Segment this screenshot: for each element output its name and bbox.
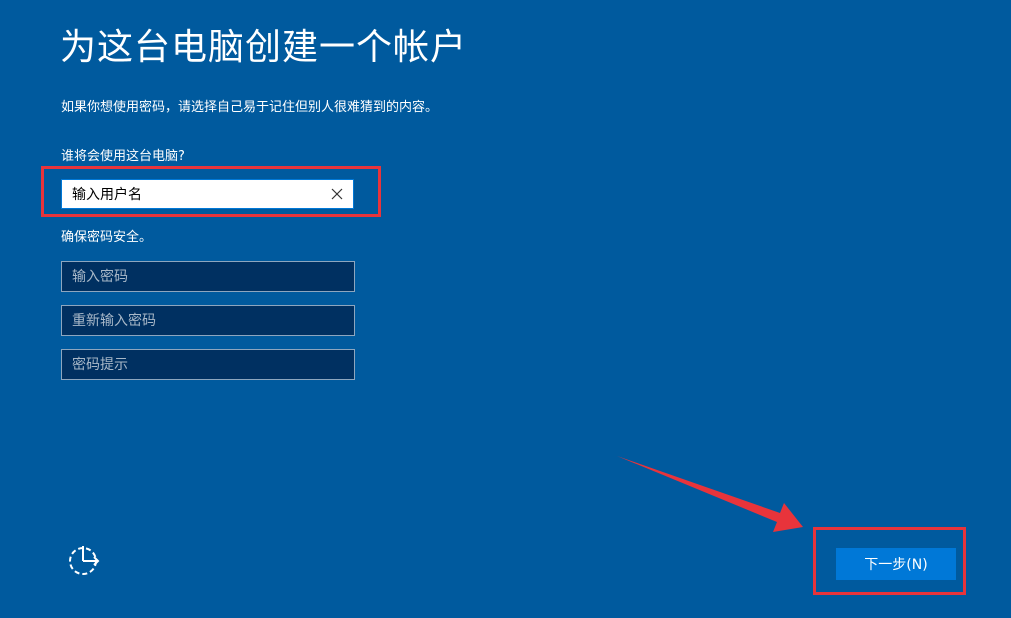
page-title: 为这台电脑创建一个帐户 xyxy=(60,27,468,68)
next-button[interactable]: 下一步(N) xyxy=(836,548,956,580)
password-input[interactable] xyxy=(62,262,354,291)
confirm-password-input[interactable] xyxy=(62,306,354,335)
password-hint-field xyxy=(61,349,355,380)
password-field xyxy=(61,261,355,292)
username-input[interactable] xyxy=(62,180,317,208)
secure-password-label: 确保密码安全。 xyxy=(61,230,153,245)
confirm-password-field xyxy=(61,305,355,336)
page-subtitle: 如果你想使用密码，请选择自己易于记住但别人很难猜到的内容。 xyxy=(61,100,439,115)
close-icon[interactable] xyxy=(329,186,345,202)
ease-of-access-icon[interactable] xyxy=(66,543,102,579)
who-will-use-label: 谁将会使用这台电脑? xyxy=(61,149,185,164)
password-hint-input[interactable] xyxy=(62,350,354,379)
username-field xyxy=(61,179,354,209)
